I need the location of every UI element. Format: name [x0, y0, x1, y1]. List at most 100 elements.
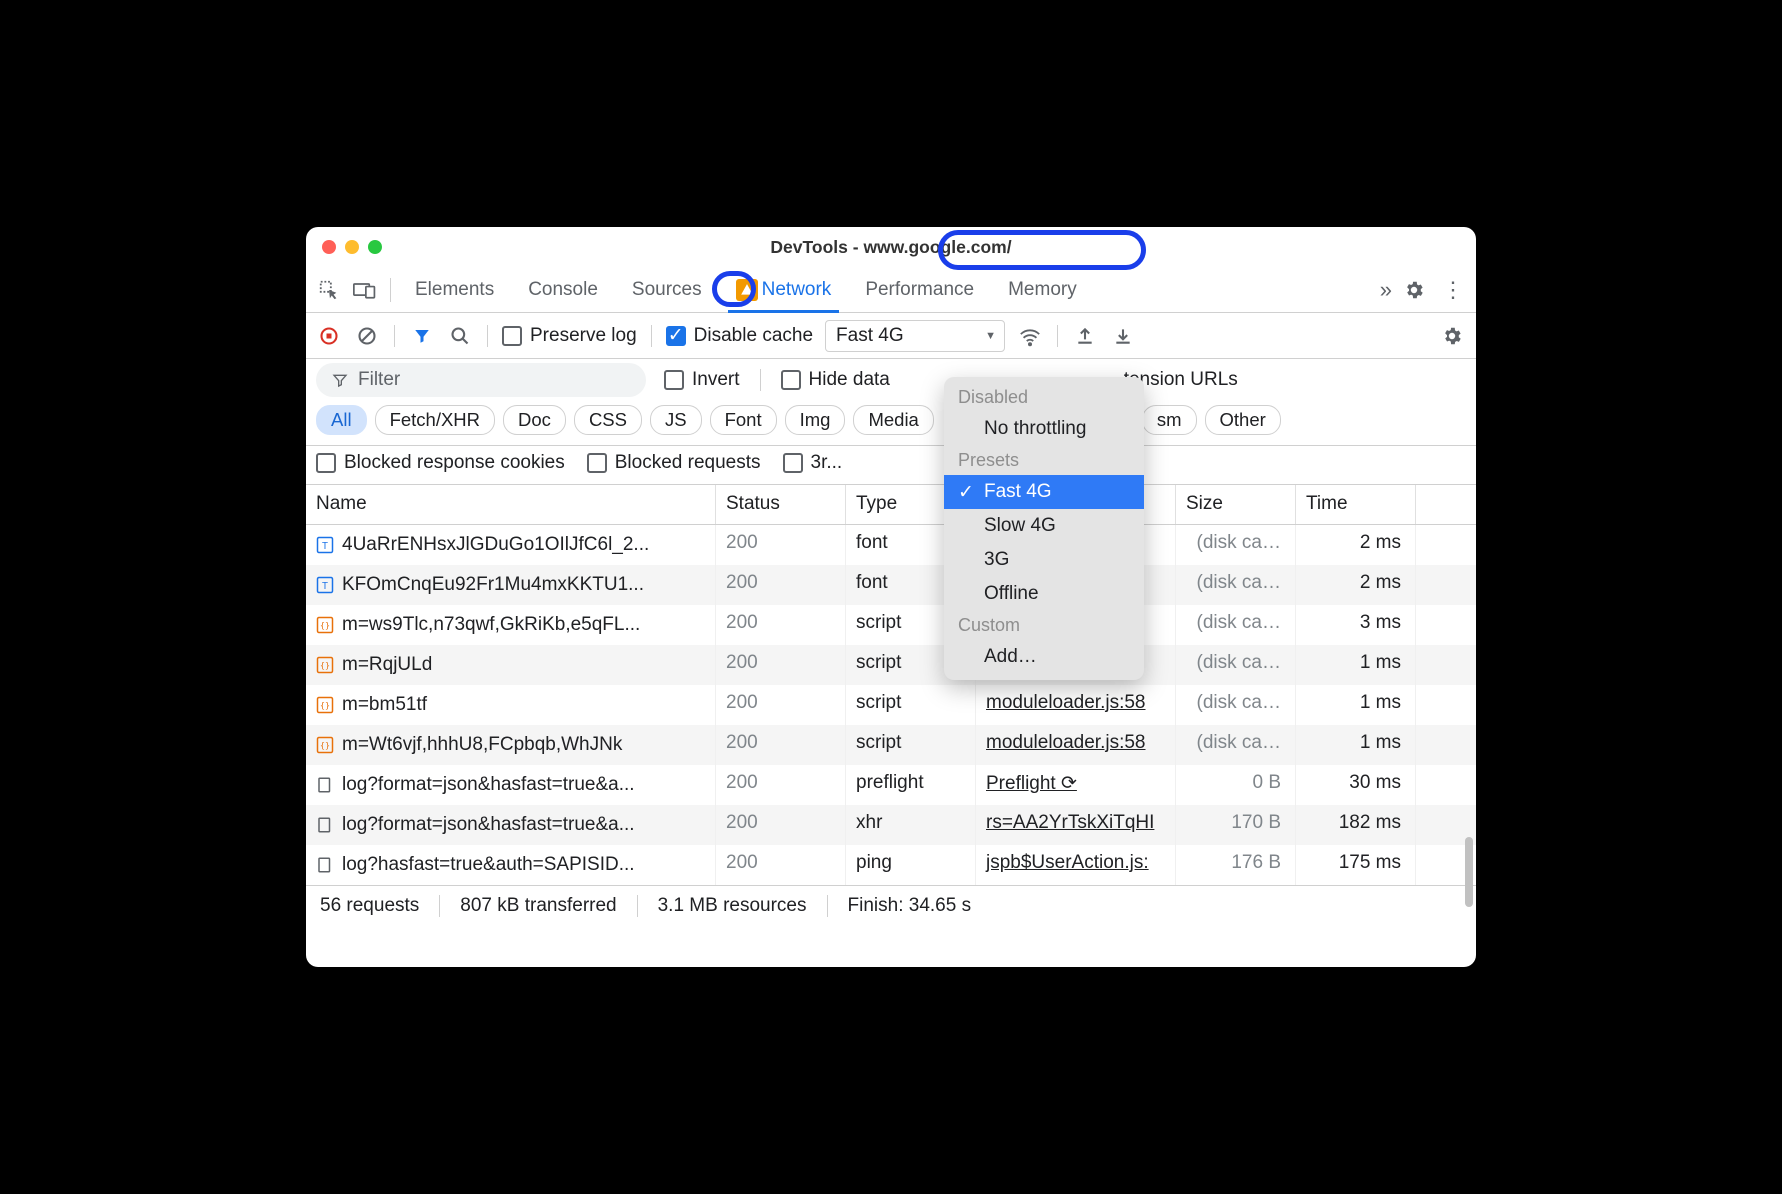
upload-har-icon[interactable]: [1072, 323, 1098, 349]
blocked-response-checkbox[interactable]: Blocked response cookies: [316, 452, 565, 474]
clear-button[interactable]: [354, 323, 380, 349]
cell-initiator[interactable]: Preflight ⟳: [976, 765, 1176, 805]
throttling-value: Fast 4G: [836, 325, 904, 346]
download-har-icon[interactable]: [1110, 323, 1136, 349]
tab-network[interactable]: Network: [720, 267, 848, 312]
cell-status: 200: [716, 645, 846, 685]
invert-checkbox[interactable]: Invert: [664, 369, 740, 391]
cell-name: TKFOmCnqEu92Fr1Mu4mxKKTU1...: [306, 565, 716, 605]
separator: [760, 369, 761, 391]
filter-toggle-icon[interactable]: [409, 323, 435, 349]
tab-sources[interactable]: Sources: [616, 267, 718, 312]
cell-name: {}m=ws9Tlc,n73qwf,GkRiKb,e5qFL...: [306, 605, 716, 645]
cell-time: 2 ms: [1296, 525, 1416, 565]
dd-offline[interactable]: Offline: [944, 577, 1144, 611]
checkbox-icon: [783, 453, 803, 473]
checkbox-icon: [316, 453, 336, 473]
cell-type: script: [846, 725, 976, 765]
hide-data-checkbox[interactable]: Hide data: [781, 369, 890, 391]
table-row[interactable]: {}m=RqjULd200script:58(disk ca…1 ms: [306, 645, 1476, 685]
col-time[interactable]: Time: [1296, 485, 1416, 524]
minimize-window[interactable]: [345, 240, 359, 254]
thirdparty-checkbox[interactable]: 3r...: [783, 452, 843, 474]
cell-size: (disk ca…: [1176, 605, 1296, 645]
filter-css[interactable]: CSS: [574, 405, 642, 435]
filter-input[interactable]: Filter: [316, 363, 646, 397]
dd-slow4g[interactable]: Slow 4G: [944, 509, 1144, 543]
invert-label: Invert: [692, 369, 740, 391]
separator: [390, 278, 391, 302]
cell-size: 170 B: [1176, 805, 1296, 845]
separator: [487, 325, 488, 347]
table-row[interactable]: TKFOmCnqEu92Fr1Mu4mxKKTU1...200fontn3:(d…: [306, 565, 1476, 605]
cell-name: {}m=Wt6vjf,hhhU8,FCpbqb,WhJNk: [306, 725, 716, 765]
cell-time: 175 ms: [1296, 845, 1416, 885]
col-status[interactable]: Status: [716, 485, 846, 524]
dd-add[interactable]: Add…: [944, 640, 1144, 674]
blocked-requests-label: Blocked requests: [615, 452, 761, 474]
maximize-window[interactable]: [368, 240, 382, 254]
table-row[interactable]: log?format=json&hasfast=true&a...200xhrr…: [306, 805, 1476, 845]
search-icon[interactable]: [447, 323, 473, 349]
table-row[interactable]: T4UaRrENHsxJlGDuGo1OIlJfC6l_2...200fontn…: [306, 525, 1476, 565]
network-conditions-icon[interactable]: [1017, 323, 1043, 349]
tab-performance[interactable]: Performance: [849, 267, 990, 312]
throttling-select[interactable]: Fast 4G: [825, 320, 1005, 352]
cell-initiator[interactable]: moduleloader.js:58: [976, 725, 1176, 765]
blocked-response-label: Blocked response cookies: [344, 452, 565, 474]
table-row[interactable]: {}m=Wt6vjf,hhhU8,FCpbqb,WhJNk200scriptmo…: [306, 725, 1476, 765]
cell-status: 200: [716, 845, 846, 885]
cell-time: 3 ms: [1296, 605, 1416, 645]
filter-wasm[interactable]: sm: [1142, 405, 1197, 435]
filter-js[interactable]: JS: [650, 405, 702, 435]
table-row[interactable]: {}m=ws9Tlc,n73qwf,GkRiKb,e5qFL...200scri…: [306, 605, 1476, 645]
cell-size: (disk ca…: [1176, 645, 1296, 685]
tab-memory[interactable]: Memory: [992, 267, 1093, 312]
dd-no-throttling[interactable]: No throttling: [944, 412, 1144, 446]
cell-name: T4UaRrENHsxJlGDuGo1OIlJfC6l_2...: [306, 525, 716, 565]
filter-media[interactable]: Media: [853, 405, 933, 435]
preserve-log-checkbox[interactable]: Preserve log: [502, 325, 637, 347]
network-settings-icon[interactable]: [1438, 322, 1466, 350]
blocked-requests-checkbox[interactable]: Blocked requests: [587, 452, 761, 474]
filter-font[interactable]: Font: [710, 405, 777, 435]
filter-fetchxhr[interactable]: Fetch/XHR: [375, 405, 495, 435]
filter-other[interactable]: Other: [1205, 405, 1281, 435]
table-row[interactable]: log?format=json&hasfast=true&a...200pref…: [306, 765, 1476, 805]
cell-status: 200: [716, 605, 846, 645]
svg-text:{}: {}: [320, 620, 330, 630]
cell-initiator[interactable]: moduleloader.js:58: [976, 685, 1176, 725]
tab-elements[interactable]: Elements: [399, 267, 510, 312]
filter-doc[interactable]: Doc: [503, 405, 566, 435]
disable-cache-checkbox[interactable]: ✓ Disable cache: [666, 325, 813, 347]
tab-console[interactable]: Console: [512, 267, 614, 312]
cell-size: (disk ca…: [1176, 725, 1296, 765]
cell-type: script: [846, 685, 976, 725]
table-row[interactable]: log?hasfast=true&auth=SAPISID...200pingj…: [306, 845, 1476, 885]
dd-fast4g[interactable]: Fast 4G: [944, 475, 1144, 509]
close-window[interactable]: [322, 240, 336, 254]
svg-text:{}: {}: [320, 700, 330, 710]
kebab-menu[interactable]: ⋮: [1436, 277, 1470, 303]
cell-initiator[interactable]: rs=AA2YrTskXiTqHI: [976, 805, 1176, 845]
checkbox-icon: [587, 453, 607, 473]
cell-type: xhr: [846, 805, 976, 845]
cell-initiator[interactable]: jspb$UserAction.js:: [976, 845, 1176, 885]
filter-img[interactable]: Img: [785, 405, 846, 435]
extra-filter-bar: Blocked response cookies Blocked request…: [306, 446, 1476, 485]
scroll-thumb[interactable]: [1465, 837, 1473, 907]
device-toggle-icon[interactable]: [348, 273, 382, 307]
table-row[interactable]: {}m=bm51tf200scriptmoduleloader.js:58(di…: [306, 685, 1476, 725]
col-name[interactable]: Name: [306, 485, 716, 524]
settings-icon[interactable]: [1400, 276, 1428, 304]
col-size[interactable]: Size: [1176, 485, 1296, 524]
window-controls: [322, 240, 382, 254]
more-tabs-button[interactable]: »: [1380, 277, 1392, 303]
svg-text:{}: {}: [320, 660, 330, 670]
inspect-icon[interactable]: [312, 273, 346, 307]
filter-all[interactable]: All: [316, 405, 367, 435]
dd-3g[interactable]: 3G: [944, 543, 1144, 577]
record-button[interactable]: [316, 323, 342, 349]
cell-size: (disk ca…: [1176, 525, 1296, 565]
cell-status: 200: [716, 765, 846, 805]
